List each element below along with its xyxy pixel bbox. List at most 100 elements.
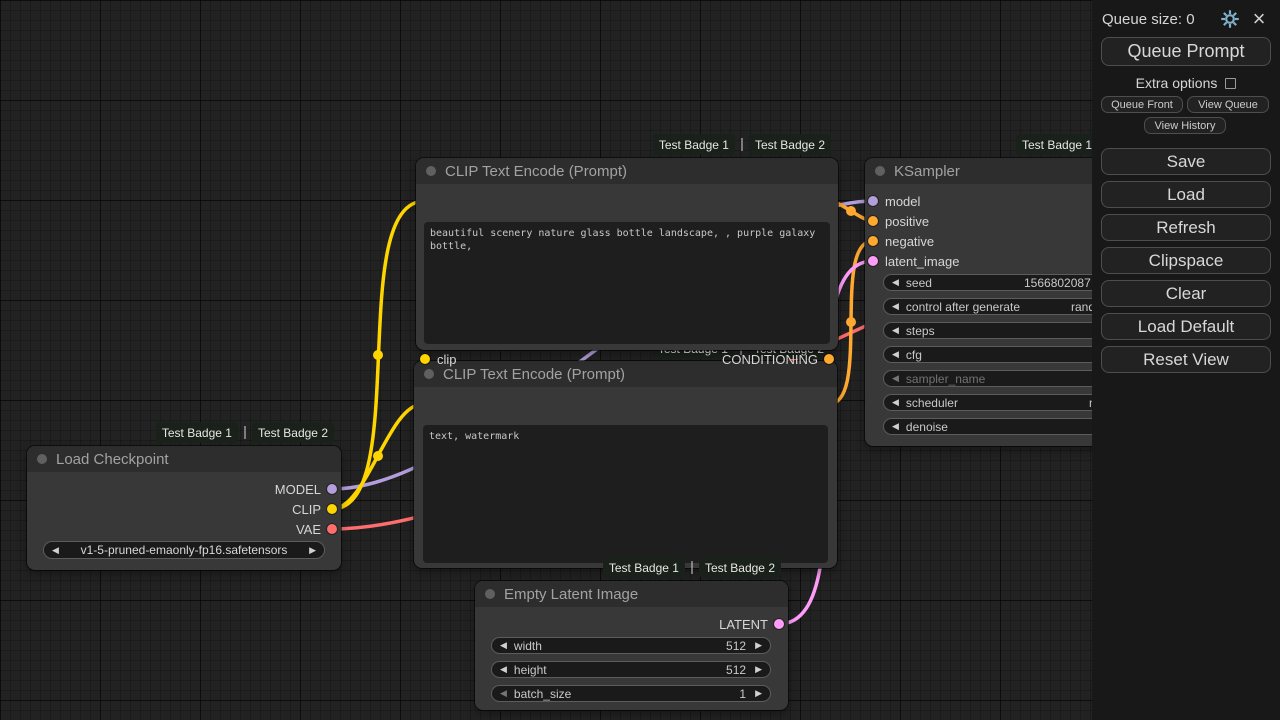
arrow-right-icon[interactable]: ▶ [309, 545, 316, 556]
load-button[interactable]: Load [1101, 181, 1271, 208]
scheduler-widget[interactable]: ◀ scheduler normal [883, 394, 1127, 411]
settings-button[interactable] [1219, 8, 1241, 30]
collapse-dot-icon[interactable] [37, 454, 47, 464]
widget-label: denoise [906, 420, 948, 434]
node-badge: Test Badge 1 [603, 557, 685, 578]
node-badge: Test Badge 1 [1016, 134, 1098, 155]
arrow-left-icon[interactable]: ◀ [892, 397, 899, 408]
widget-label: steps [906, 324, 935, 338]
node-empty-latent-image[interactable]: Test Badge 1 Test Badge 2 Empty Latent I… [475, 581, 788, 710]
node-title-bar[interactable]: Load Checkpoint [27, 446, 341, 472]
queue-prompt-button[interactable]: Queue Prompt [1101, 37, 1271, 66]
badge-separator [741, 138, 743, 151]
queue-front-button[interactable]: Queue Front [1101, 96, 1183, 113]
wire-dot-cond-1[interactable] [846, 206, 856, 216]
steps-widget[interactable]: ◀ steps [883, 322, 1127, 339]
extra-options-checkbox[interactable] [1225, 78, 1236, 89]
output-label: LATENT [719, 616, 768, 632]
collapse-dot-icon[interactable] [485, 589, 495, 599]
input-slot-latent-image[interactable] [868, 256, 878, 266]
sampler-name-widget[interactable]: ◀ sampler_name [883, 370, 1127, 387]
prompt-textarea[interactable]: text, watermark [423, 425, 828, 563]
save-button[interactable]: Save [1101, 148, 1271, 175]
node-title-bar[interactable]: Empty Latent Image [475, 581, 788, 607]
input-label: clip [437, 351, 457, 367]
input-slot-negative[interactable] [868, 236, 878, 246]
node-load-checkpoint[interactable]: Test Badge 1 Test Badge 2 Load Checkpoin… [27, 446, 341, 570]
arrow-left-icon[interactable]: ◀ [500, 664, 507, 675]
node-clip-text-encode-positive[interactable]: Test Badge 1 Test Badge 2 CLIP Text Enco… [416, 158, 838, 350]
arrow-left-icon[interactable]: ◀ [892, 301, 899, 312]
output-slot-latent[interactable] [774, 619, 784, 629]
widget-label: seed [906, 276, 932, 290]
output-slot-conditioning[interactable] [824, 354, 834, 364]
cfg-widget[interactable]: ◀ cfg [883, 346, 1127, 363]
wire-dot-clip-2[interactable] [373, 451, 383, 461]
node-title: CLIP Text Encode (Prompt) [443, 366, 625, 383]
input-slot-positive[interactable] [868, 216, 878, 226]
output-label: VAE [296, 521, 321, 537]
node-clip-text-encode-negative[interactable]: Test Badge 1 Test Badge 2 CLIP Text Enco… [414, 361, 837, 568]
arrow-right-icon[interactable]: ▶ [755, 640, 762, 651]
node-badge: Test Badge 1 [653, 134, 735, 155]
ckpt-name-value: v1-5-pruned-emaonly-fp16.safetensors [66, 543, 302, 557]
widget-label: cfg [906, 348, 922, 362]
width-widget[interactable]: ◀ width 512 ▶ [491, 637, 771, 654]
menu-header: Queue size: 0 × [1092, 6, 1280, 32]
clipspace-button[interactable]: Clipspace [1101, 247, 1271, 274]
badge-separator [691, 561, 693, 574]
denoise-widget[interactable]: ◀ denoise [883, 418, 1127, 435]
output-slot-vae[interactable] [327, 524, 337, 534]
input-slot-model[interactable] [868, 196, 878, 206]
collapse-dot-icon[interactable] [424, 369, 434, 379]
view-history-button[interactable]: View History [1144, 117, 1226, 134]
output-slot-model[interactable] [327, 484, 337, 494]
view-queue-button[interactable]: View Queue [1187, 96, 1269, 113]
arrow-left-icon[interactable]: ◀ [892, 349, 899, 360]
reset-view-button[interactable]: Reset View [1101, 346, 1271, 373]
ckpt-name-widget[interactable]: ◀ v1-5-pruned-emaonly-fp16.safetensors ▶ [43, 541, 325, 559]
arrow-left-icon[interactable]: ◀ [500, 640, 507, 651]
widget-value: 512 [726, 663, 746, 677]
refresh-button[interactable]: Refresh [1101, 214, 1271, 241]
wire-dot-cond-2[interactable] [846, 317, 856, 327]
arrow-right-icon[interactable]: ▶ [755, 664, 762, 675]
node-title: Load Checkpoint [56, 451, 169, 468]
height-widget[interactable]: ◀ height 512 ▶ [491, 661, 771, 678]
prompt-textarea[interactable]: beautiful scenery nature glass bottle la… [424, 222, 830, 344]
collapse-dot-icon[interactable] [426, 166, 436, 176]
output-slot-clip[interactable] [327, 504, 337, 514]
clear-button[interactable]: Clear [1101, 280, 1271, 307]
badge-row: Test Badge 1 [1016, 134, 1098, 155]
batch-size-widget[interactable]: ◀ batch_size 1 ▶ [491, 685, 771, 702]
wire-dot-clip-1[interactable] [373, 350, 383, 360]
node-badge: Test Badge 2 [699, 557, 781, 578]
widget-label: control after generate [906, 300, 1020, 314]
input-slot-clip[interactable] [420, 354, 430, 364]
seed-widget[interactable]: ◀ seed 1566802087 [883, 274, 1127, 291]
arrow-left-icon[interactable]: ◀ [52, 545, 59, 556]
badge-row: Test Badge 1 Test Badge 2 [156, 422, 334, 443]
control-after-generate-widget[interactable]: ◀ control after generate randomize [883, 298, 1127, 315]
arrow-left-icon[interactable]: ◀ [500, 688, 507, 699]
collapse-dot-icon[interactable] [875, 166, 885, 176]
input-label: model [885, 193, 920, 209]
node-badge: Test Badge 2 [252, 422, 334, 443]
widget-value: 512 [726, 639, 746, 653]
gear-icon [1220, 9, 1240, 29]
arrow-left-icon[interactable]: ◀ [892, 325, 899, 336]
arrow-left-icon[interactable]: ◀ [892, 373, 899, 384]
input-label: negative [885, 233, 934, 249]
arrow-right-icon[interactable]: ▶ [755, 688, 762, 699]
load-default-button[interactable]: Load Default [1101, 313, 1271, 340]
arrow-left-icon[interactable]: ◀ [892, 421, 899, 432]
node-title-bar[interactable]: CLIP Text Encode (Prompt) [416, 158, 838, 184]
widget-value: 1566802087 [1024, 276, 1091, 290]
badge-row: Test Badge 1 Test Badge 2 [653, 134, 831, 155]
badge-row: Test Badge 1 Test Badge 2 [603, 557, 781, 578]
widget-label: height [514, 663, 547, 677]
widget-label: width [514, 639, 542, 653]
close-icon[interactable]: × [1248, 8, 1270, 30]
widget-label: batch_size [514, 687, 571, 701]
arrow-left-icon[interactable]: ◀ [892, 277, 899, 288]
